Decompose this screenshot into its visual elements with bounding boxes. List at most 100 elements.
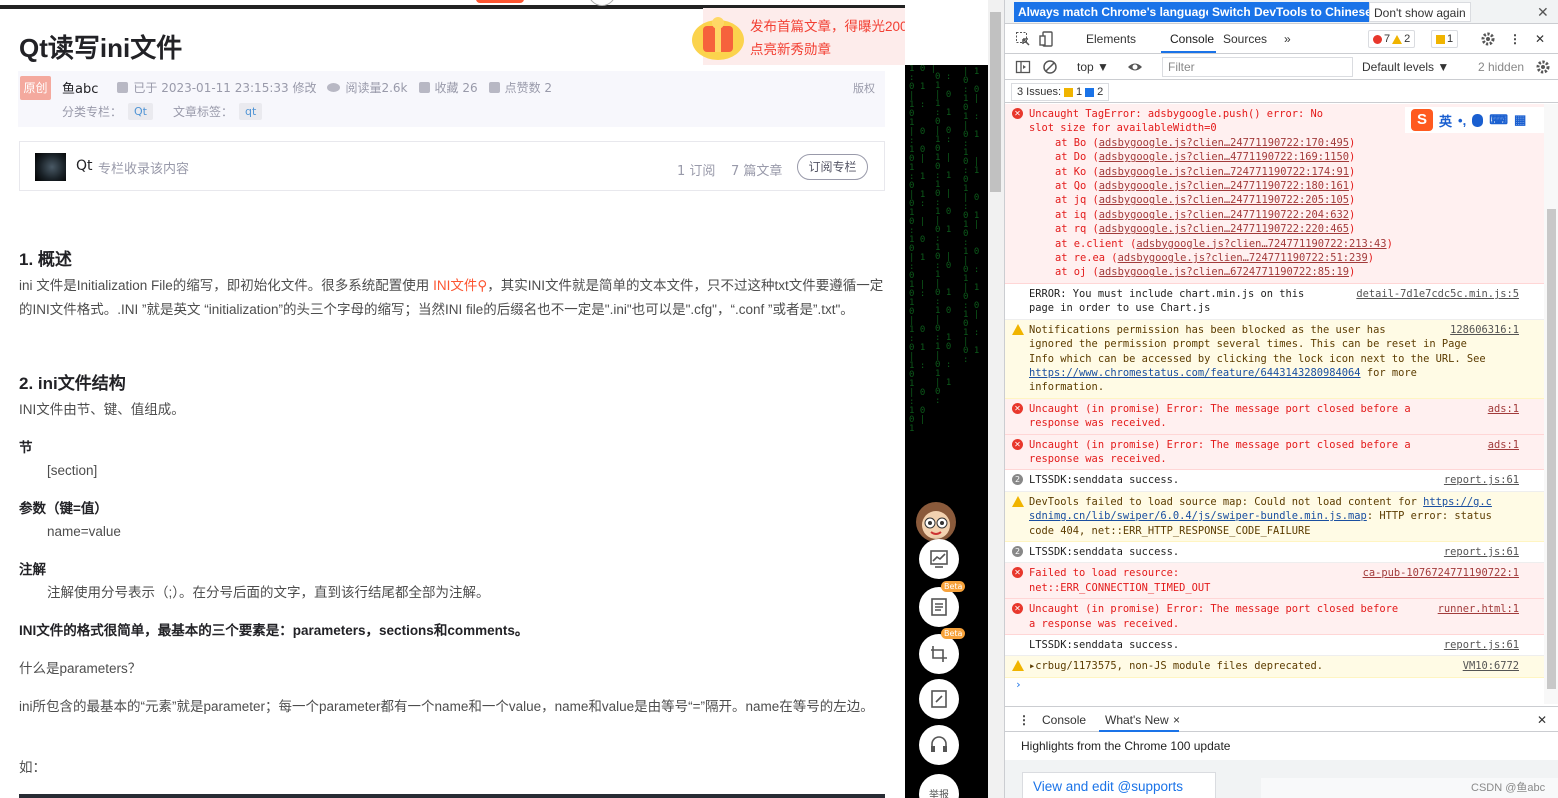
drawer-menu-icon[interactable]: ⋮ [1018,713,1030,727]
stack-source-link[interactable]: adsbygoogle.js?clien…6724771190722:85:19 [1099,266,1349,278]
settings-gear-icon[interactable] [1480,31,1496,47]
console-message[interactable]: ✕ Failed to load resource: net::ERR_CONNE… [1005,563,1544,600]
issues-link[interactable]: 3 Issues: 1 2 [1011,83,1110,101]
message-source-link[interactable]: VM10:6772 [1463,659,1519,673]
console-message[interactable]: 2 LTSSDK:senddata success. report.js:61 [1005,541,1544,564]
article-tag[interactable]: qt [239,103,263,120]
message-source-link[interactable]: 128606316:1 [1450,323,1519,337]
page-scrollbar[interactable] [988,0,1004,798]
header-avatar[interactable] [588,0,616,6]
log-levels-select[interactable]: Default levels ▼ [1362,60,1449,74]
header-red-tab[interactable] [476,0,524,3]
drawer-tab-whats-new[interactable]: What's New [1105,713,1169,727]
sidebar-toggle-icon[interactable] [1015,59,1031,75]
kebab-menu-icon[interactable]: ⋮ [1509,32,1521,46]
promo-banner[interactable]: 发布首篇文章，得曝光2000流量券 点亮新秀勋章 × [692,8,905,65]
console-message[interactable]: Notifications permission has been blocke… [1005,319,1544,399]
console-message[interactable]: ✕ Uncaught (in promise) Error: The messag… [1005,398,1544,435]
stack-source-link[interactable]: adsbygoogle.js?clien…24771190722:205:105 [1099,194,1349,206]
stack-source-link[interactable]: adsbygoogle.js?clien…24771190722:170:495 [1099,137,1349,149]
close-whats-new-icon[interactable]: × [1173,713,1180,727]
like-count[interactable]: 点赞数 2 [505,79,552,96]
microphone-icon[interactable] [1472,113,1484,127]
favorite-count[interactable]: 收藏 26 [435,79,478,96]
close-devtools-icon[interactable]: ✕ [1535,32,1545,46]
stack-source-link[interactable]: adsbygoogle.js?clien…24771190722:220:465 [1099,223,1349,235]
device-toolbar-icon[interactable] [1039,31,1055,47]
console-filter-input[interactable]: Filter [1162,57,1353,77]
console-output[interactable]: ✕ Uncaught TagError: adsbygoogle.push() e… [1005,104,1544,704]
ime-language-toggle[interactable]: 英 [1439,111,1452,130]
keyboard-icon[interactable]: ⌨ [1489,112,1508,128]
live-expression-eye-icon[interactable] [1127,59,1143,75]
context-select[interactable]: top ▼ [1077,60,1109,74]
issues-label: 3 Issues: [1017,86,1062,98]
stack-source-link[interactable]: adsbygoogle.js?clien…724771190722:174:91 [1099,166,1349,178]
ime-punctuation-toggle[interactable]: •, [1458,113,1466,128]
data-analysis-button[interactable] [919,539,959,579]
match-language-button[interactable]: Always match Chrome's language [1014,2,1217,22]
customer-service-button[interactable] [919,725,959,765]
ini-file-link[interactable]: INI文件 [433,278,477,293]
console-message[interactable]: ✕ Uncaught (in promise) Error: The messag… [1005,434,1544,471]
issues-counter[interactable]: 1 [1431,30,1459,48]
console-message[interactable]: LTSSDK:senddata success. report.js:61 [1005,635,1544,657]
tab-sources[interactable]: Sources [1223,32,1267,46]
copyright-link[interactable]: 版权 [853,80,875,96]
message-source-link[interactable]: report.js:61 [1444,473,1519,487]
switch-chinese-button[interactable]: Switch DevTools to Chinese [1208,2,1376,22]
search-icon[interactable]: ⚲ [477,278,487,293]
message-source-link[interactable]: report.js:61 [1444,545,1519,559]
console-message[interactable]: ✕ Uncaught (in promise) Error: The messag… [1005,599,1544,635]
whats-new-card[interactable]: View and edit @supports [1022,772,1216,798]
report-button[interactable]: 举报 [919,774,959,798]
subscribe-column-button[interactable]: 订阅专栏 [797,154,868,180]
console-message[interactable]: ERROR: You must include chart.min.js on … [1005,283,1544,320]
message-source-link[interactable]: runner.html:1 [1438,602,1519,616]
devtools-panel: Always match Chrome's language Switch De… [1004,0,1558,798]
close-drawer-icon[interactable]: ✕ [1537,713,1547,727]
error-warning-counter[interactable]: 7 2 [1368,30,1416,48]
stack-source-link[interactable]: adsbygoogle.js?clien…4771190722:169:1150 [1099,151,1349,163]
console-scrollbar[interactable] [1544,104,1558,704]
column-card[interactable]: Qt 专栏收录该内容 1 订阅 7 篇文章 订阅专栏 [19,141,885,191]
inspect-element-icon[interactable] [1015,31,1031,47]
write-note-button[interactable] [919,679,959,719]
author-link[interactable]: 鱼abc [62,78,98,97]
message-link[interactable]: https://www.chromestatus.com/feature/644… [1029,367,1361,379]
stack-source-link[interactable]: adsbygoogle.js?clien…24771190722:204:632 [1099,209,1349,221]
console-settings-gear-icon[interactable] [1535,59,1551,75]
message-source-link[interactable]: ads:1 [1488,402,1519,416]
console-scroll-thumb[interactable] [1547,209,1556,689]
dont-show-again-button[interactable]: Don't show again [1369,2,1471,22]
page-scroll-thumb[interactable] [990,12,1001,192]
stack-fn: at jq ( [1055,194,1099,207]
tab-console[interactable]: Console [1170,32,1214,46]
message-source-link[interactable]: ads:1 [1488,438,1519,452]
column-thumbnail [35,153,66,181]
ime-toolbar[interactable]: S 英 •, ⌨ ▦ [1405,107,1558,133]
more-tabs-icon[interactable]: » [1284,32,1291,46]
message-source-link[interactable]: ca-pub-1076724771190722:1 [1363,566,1519,580]
message-source-link[interactable]: detail-7d1e7cdc5c.min.js:5 [1356,287,1519,301]
screenshot-button[interactable]: Beta [919,628,966,674]
ime-grid-icon[interactable]: ▦ [1514,112,1526,128]
console-message[interactable]: 2 LTSSDK:senddata success. report.js:61 [1005,470,1544,492]
tab-elements[interactable]: Elements [1086,32,1136,46]
console-message[interactable]: DevTools failed to load source map: Coul… [1005,491,1544,542]
console-message[interactable]: ▸crbug/1173575, non-JS module files depr… [1005,656,1544,678]
column-tag[interactable]: Qt [128,103,153,120]
clear-console-icon[interactable] [1042,59,1058,75]
sogou-ime-icon[interactable]: S [1411,109,1433,131]
stack-source-link[interactable]: adsbygoogle.js?clien…24771190722:180:161 [1099,180,1349,192]
drawer-tab-console[interactable]: Console [1042,713,1086,727]
message-source-link[interactable]: report.js:61 [1444,638,1519,652]
stack-source-link[interactable]: adsbygoogle.js?clien…724771190722:213:43 [1136,238,1386,250]
infobar-close-icon[interactable]: ✕ [1537,4,1549,21]
console-prompt[interactable]: › [1005,678,1544,696]
message-body: LTSSDK:senddata success. [1029,545,1180,558]
column-name[interactable]: Qt [76,158,93,174]
beta-badge: Beta [941,628,966,639]
stack-source-link[interactable]: adsbygoogle.js?clien…724771190722:51:239 [1118,252,1368,264]
directory-button[interactable]: Beta [919,581,966,627]
